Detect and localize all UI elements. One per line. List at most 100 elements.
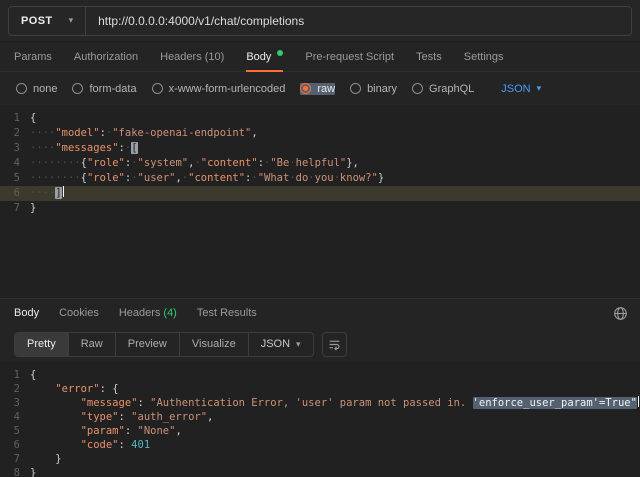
body-type-none[interactable]: none: [16, 83, 57, 95]
response-view-visualize[interactable]: Visualize: [180, 333, 249, 356]
response-view-pretty[interactable]: Pretty: [15, 333, 69, 356]
code-text: ····]: [30, 186, 640, 201]
code-line-7[interactable]: 7}: [0, 201, 640, 216]
code-text: "code": 401: [30, 438, 640, 452]
code-line-4[interactable]: 4········{"role":·"system",·"content":·"…: [0, 156, 640, 171]
code-line-2[interactable]: 2 "error": {: [0, 382, 640, 396]
radio-label: raw: [317, 83, 335, 95]
response-language-label: JSON: [261, 338, 290, 350]
response-tabs: Body Cookies Headers(4) Test Results: [0, 298, 640, 326]
radio-circle: [300, 83, 311, 94]
response-view-raw[interactable]: Raw: [69, 333, 116, 356]
request-tab-body[interactable]: Body: [246, 42, 283, 71]
tab-label: Authorization: [74, 51, 138, 63]
radio-label: binary: [367, 83, 397, 95]
code-line-3[interactable]: 3 "message": "Authentication Error, 'use…: [0, 396, 640, 410]
body-type-x-www-form-urlencoded[interactable]: x-www-form-urlencoded: [152, 83, 286, 95]
line-number: 3: [0, 396, 30, 410]
body-type-graphql[interactable]: GraphQL: [412, 83, 474, 95]
line-number: 3: [0, 141, 30, 156]
tab-label: Cookies: [59, 307, 99, 319]
chevron-down-icon: ▾: [537, 84, 542, 93]
chevron-down-icon: ▾: [69, 16, 74, 25]
response-language-dropdown[interactable]: JSON ▾: [249, 333, 313, 356]
line-number: 4: [0, 156, 30, 171]
code-text: {: [30, 368, 640, 382]
code-text: {: [30, 111, 640, 126]
code-line-4[interactable]: 4 "type": "auth_error",: [0, 410, 640, 424]
code-line-2[interactable]: 2····"model":·"fake-openai-endpoint",: [0, 126, 640, 141]
code-line-8[interactable]: 8}: [0, 466, 640, 477]
line-number: 6: [0, 438, 30, 452]
url-container: POST ▾ http://0.0.0.0:4000/v1/chat/compl…: [8, 6, 632, 36]
radio-circle: [16, 83, 27, 94]
body-type-raw[interactable]: raw: [300, 83, 335, 95]
line-number: 7: [0, 452, 30, 466]
body-has-content-dot: [277, 50, 283, 56]
code-text: ····"model":·"fake-openai-endpoint",: [30, 126, 640, 141]
tab-label: Body: [246, 51, 271, 63]
radio-circle: [152, 83, 163, 94]
radio-circle: [412, 83, 423, 94]
tab-label: Params: [14, 51, 52, 63]
wrap-lines-icon: [328, 338, 341, 351]
code-text: }: [30, 452, 640, 466]
text-cursor: [63, 186, 65, 197]
view-label: Raw: [81, 338, 103, 350]
request-tab-params[interactable]: Params: [14, 42, 52, 71]
body-language-dropdown[interactable]: JSON ▾: [501, 83, 541, 95]
request-body-editor: 1{2····"model":·"fake-openai-endpoint",3…: [0, 105, 640, 298]
code-text: ····"messages":·[: [30, 141, 640, 156]
body-language-label: JSON: [501, 83, 530, 95]
request-tab-settings[interactable]: Settings: [464, 42, 504, 71]
view-label: Pretty: [27, 338, 56, 350]
response-tab-headers[interactable]: Headers(4): [119, 307, 177, 319]
line-number: 4: [0, 410, 30, 424]
url-input[interactable]: http://0.0.0.0:4000/v1/chat/completions: [86, 14, 631, 28]
code-line-6[interactable]: 6 "code": 401: [0, 438, 640, 452]
response-tab-body[interactable]: Body: [14, 307, 39, 319]
code-line-3[interactable]: 3····"messages":·[: [0, 141, 640, 156]
code-text: "type": "auth_error",: [30, 410, 640, 424]
code-line-1[interactable]: 1{: [0, 111, 640, 126]
response-body-editor: 1{2 "error": {3 "message": "Authenticati…: [0, 362, 640, 477]
body-type-form-data[interactable]: form-data: [72, 83, 136, 95]
request-tab-headers-10[interactable]: Headers (10): [160, 42, 224, 71]
request-tab-tests[interactable]: Tests: [416, 42, 442, 71]
request-tab-pre-request-script[interactable]: Pre-request Script: [305, 42, 394, 71]
tab-count: (4): [163, 307, 176, 319]
response-tab-cookies[interactable]: Cookies: [59, 307, 99, 319]
code-text: "param": "None",: [30, 424, 640, 438]
line-number: 8: [0, 466, 30, 477]
code-line-1[interactable]: 1{: [0, 368, 640, 382]
line-number: 7: [0, 201, 30, 216]
tab-label: Headers: [119, 307, 161, 319]
request-tab-authorization[interactable]: Authorization: [74, 42, 138, 71]
method-selector[interactable]: POST ▾: [9, 7, 86, 35]
code-line-7[interactable]: 7 }: [0, 452, 640, 466]
line-number: 2: [0, 126, 30, 141]
tab-label: Tests: [416, 51, 442, 63]
code-line-5[interactable]: 5 "param": "None",: [0, 424, 640, 438]
wrap-lines-button[interactable]: [322, 332, 347, 357]
code-text: ········{"role":·"user",·"content":·"Wha…: [30, 171, 640, 186]
method-label: POST: [21, 15, 53, 27]
line-number: 1: [0, 111, 30, 126]
response-view-preview[interactable]: Preview: [116, 333, 180, 356]
body-type-binary[interactable]: binary: [350, 83, 397, 95]
tab-label: Settings: [464, 51, 504, 63]
radio-label: x-www-form-urlencoded: [169, 83, 286, 95]
radio-circle: [350, 83, 361, 94]
radio-circle: [72, 83, 83, 94]
code-line-5[interactable]: 5········{"role":·"user",·"content":·"Wh…: [0, 171, 640, 186]
code-text: "error": {: [30, 382, 640, 396]
response-tab-test-results[interactable]: Test Results: [197, 307, 257, 319]
tab-label: Body: [14, 307, 39, 319]
request-tabs: Params Authorization Headers (10) Body Pre-r…: [0, 42, 640, 72]
view-label: Visualize: [192, 338, 236, 350]
code-text: ········{"role":·"system",·"content":·"B…: [30, 156, 640, 171]
globe-icon[interactable]: [613, 306, 628, 324]
radio-label: form-data: [89, 83, 136, 95]
code-line-6[interactable]: 6····]: [0, 186, 640, 201]
line-number: 5: [0, 424, 30, 438]
